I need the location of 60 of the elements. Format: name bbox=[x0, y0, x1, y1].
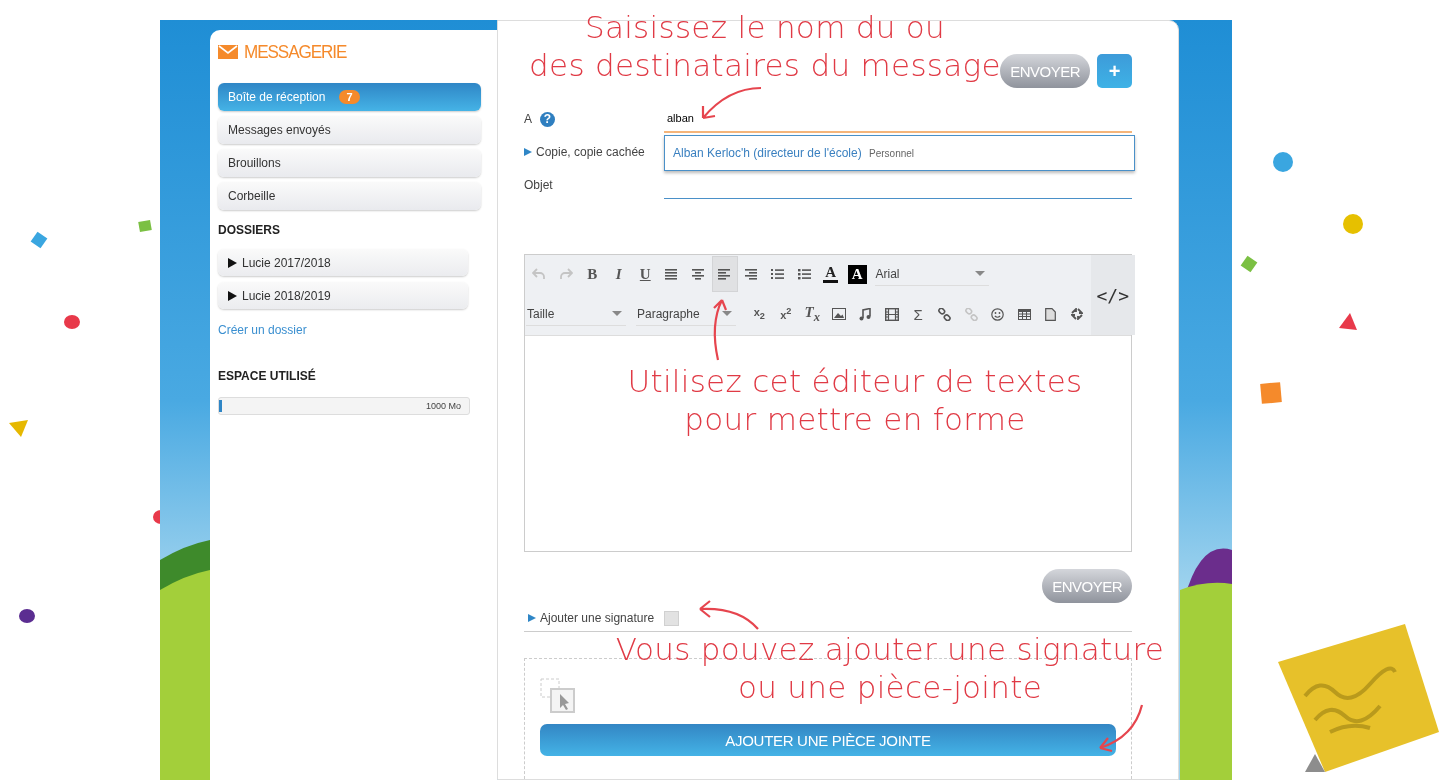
numbered-list-icon bbox=[797, 268, 811, 280]
confetti-drawing bbox=[1341, 212, 1363, 234]
bulleted-list-icon bbox=[771, 268, 785, 280]
mailbox-item[interactable]: Messages envoyés bbox=[218, 116, 481, 144]
smiley-icon bbox=[991, 307, 1005, 321]
align-left-icon bbox=[718, 268, 732, 280]
music-note-icon bbox=[859, 307, 872, 321]
superscript-button[interactable]: x$^{2}$ bbox=[772, 296, 799, 332]
source-code-button[interactable]: </> bbox=[1090, 255, 1135, 335]
folder-item[interactable]: Lucie 2018/2019 bbox=[218, 282, 468, 309]
folder-item[interactable]: Lucie 2017/2018 bbox=[218, 249, 468, 276]
subscript-button[interactable]: x$_{2}$ bbox=[746, 296, 773, 332]
drop-area-icon bbox=[540, 678, 576, 714]
align-justify-icon bbox=[665, 268, 679, 280]
expand-icon bbox=[1071, 308, 1084, 320]
image-icon bbox=[831, 308, 846, 320]
clear-format-button[interactable]: T$_{x}$ bbox=[799, 296, 826, 332]
envelope-icon bbox=[218, 45, 238, 59]
table-icon bbox=[1017, 308, 1031, 320]
link-icon bbox=[938, 307, 952, 321]
text-color-button[interactable]: A bbox=[817, 256, 844, 292]
unlink-icon bbox=[964, 307, 978, 321]
dropdown[interactable]: Taille bbox=[526, 302, 626, 326]
document-icon bbox=[1045, 307, 1057, 321]
section-heading: ESPACE UTILISÉ bbox=[218, 369, 316, 383]
suggestion-item[interactable]: Alban Kerloc'h (directeur de l'école) Personnel bbox=[665, 136, 1134, 170]
mailbox-item[interactable]: Corbeille bbox=[218, 182, 481, 210]
sum-button[interactable]: Σ bbox=[905, 296, 932, 332]
redo-icon bbox=[558, 268, 573, 280]
create-folder-link[interactable]: Créer un dossier bbox=[218, 323, 307, 337]
unread-count: 7 bbox=[339, 90, 360, 104]
mailbox-item[interactable]: Brouillons bbox=[218, 149, 481, 177]
align-left-button[interactable] bbox=[711, 256, 738, 292]
signature-checkbox[interactable] bbox=[664, 610, 680, 626]
field-label: Objet bbox=[524, 178, 553, 192]
signature-toggle[interactable]: Ajouter une signature bbox=[528, 611, 655, 625]
align-right-icon bbox=[744, 268, 758, 280]
cc-toggle[interactable]: Copie, copie cachée bbox=[524, 145, 645, 159]
annotation-text: Vous pouvez ajouter une signature ou une pièce-jointe bbox=[614, 630, 1166, 706]
confetti-drawing bbox=[1271, 150, 1293, 172]
undo-icon bbox=[532, 268, 547, 280]
confetti-drawing bbox=[1260, 382, 1282, 404]
bold-button[interactable]: B bbox=[579, 256, 606, 292]
section-heading: DOSSIERS bbox=[218, 223, 280, 237]
app-title: MESSAGERIE bbox=[244, 41, 347, 63]
align-center-icon bbox=[691, 268, 705, 280]
dropdown[interactable]: Arial bbox=[874, 262, 989, 286]
caret-icon bbox=[722, 311, 732, 316]
underline-button[interactable]: U bbox=[632, 256, 659, 292]
help-icon[interactable]: ? bbox=[540, 111, 555, 127]
annotation-text: Saisissez le nom du ou des destinataires du message bbox=[528, 8, 1002, 84]
italic-button[interactable]: I bbox=[605, 256, 632, 292]
annotation-text: Utilisez cet éditeur de textes pour mettre en forme bbox=[626, 362, 1084, 438]
film-icon bbox=[884, 307, 899, 321]
caret-icon bbox=[974, 271, 985, 276]
dropdown[interactable]: Paragraphe bbox=[636, 302, 736, 326]
field-label: A bbox=[524, 112, 532, 126]
caret-icon bbox=[612, 311, 622, 316]
storage-reading: 1000 Mo bbox=[425, 401, 462, 411]
background-color-button[interactable]: A bbox=[844, 256, 871, 292]
